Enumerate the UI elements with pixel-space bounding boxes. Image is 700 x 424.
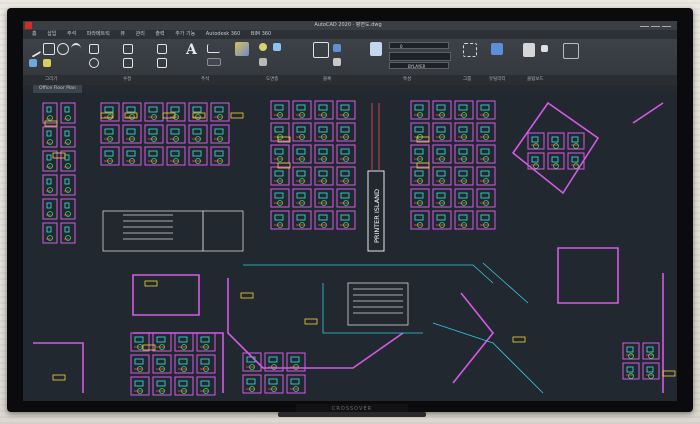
dimension-icon[interactable] bbox=[207, 44, 220, 53]
tab-bim360[interactable]: BIM 360 bbox=[251, 31, 271, 37]
hatch-icon[interactable] bbox=[43, 59, 51, 67]
linetype-dropdown[interactable]: BYLAYER bbox=[389, 62, 449, 69]
measure-icon[interactable] bbox=[491, 43, 503, 55]
room-tag bbox=[512, 336, 526, 343]
workstation-cluster bbox=[622, 342, 660, 380]
layer-lock-icon[interactable] bbox=[259, 58, 267, 66]
close-icon[interactable] bbox=[662, 21, 671, 27]
workstation-cluster bbox=[270, 100, 356, 230]
minimize-icon[interactable] bbox=[640, 21, 649, 27]
room-tag bbox=[240, 292, 254, 299]
panel-groups: 그룹 bbox=[463, 77, 472, 82]
layer-on-icon[interactable] bbox=[259, 43, 267, 51]
stair-core bbox=[102, 210, 409, 326]
workstation-cluster bbox=[527, 132, 585, 170]
panel-modify: 수정 bbox=[123, 77, 132, 82]
line-icon[interactable] bbox=[26, 42, 42, 58]
arc-icon[interactable] bbox=[71, 43, 81, 55]
tab-a360[interactable]: Autodesk 360 bbox=[206, 31, 241, 37]
doc-tab-floorplan[interactable]: Office Floor Plan bbox=[33, 85, 82, 93]
layer-freeze-icon[interactable] bbox=[273, 43, 281, 51]
monitor: AutoCAD 2020 · 평면도.dwg 홈 삽입 주석 파라메트릭 뷰 관… bbox=[7, 8, 693, 412]
text-icon[interactable]: A bbox=[186, 42, 200, 58]
tab-output[interactable]: 출력 bbox=[155, 31, 164, 37]
title-bar: AutoCAD 2020 · 평면도.dwg bbox=[23, 21, 677, 30]
tab-parametric[interactable]: 파라메트릭 bbox=[87, 31, 110, 37]
tab-home[interactable]: 홈 bbox=[32, 31, 37, 37]
table-icon[interactable] bbox=[207, 58, 221, 66]
panel-annotation: 주석 bbox=[201, 77, 210, 82]
mirror-icon[interactable] bbox=[157, 44, 167, 54]
panel-properties: 특성 bbox=[403, 77, 412, 82]
paste-icon[interactable] bbox=[523, 43, 535, 57]
tab-view[interactable]: 뷰 bbox=[120, 31, 125, 37]
workstation-cluster bbox=[100, 102, 230, 166]
tab-annotate[interactable]: 주석 bbox=[67, 31, 76, 37]
rectangle-icon[interactable] bbox=[29, 59, 37, 67]
room-tag bbox=[52, 152, 66, 159]
window-controls bbox=[638, 21, 674, 30]
move-icon[interactable] bbox=[89, 44, 99, 54]
copy-clip-icon[interactable] bbox=[541, 45, 548, 52]
panel-block: 블록 bbox=[323, 77, 332, 82]
rotate-icon[interactable] bbox=[89, 58, 99, 68]
trim-icon[interactable] bbox=[123, 44, 133, 54]
panel-draw: 그리기 bbox=[45, 77, 58, 82]
room-tag bbox=[230, 112, 244, 119]
tab-insert[interactable]: 삽입 bbox=[47, 31, 56, 37]
room-tag bbox=[52, 374, 66, 381]
cad-drawing-canvas[interactable]: PRINTER ISLAND bbox=[23, 93, 677, 401]
autocad-logo-icon[interactable] bbox=[25, 22, 32, 29]
screen: AutoCAD 2020 · 평면도.dwg 홈 삽입 주석 파라메트릭 뷰 관… bbox=[23, 21, 677, 401]
maximize-icon[interactable] bbox=[651, 21, 660, 27]
panel-clipboard: 클립보드 bbox=[527, 77, 544, 82]
create-block-icon[interactable] bbox=[333, 44, 341, 52]
insert-block-icon[interactable] bbox=[313, 42, 329, 58]
layer-dropdown[interactable]: 0 bbox=[389, 42, 449, 49]
ribbon-panel-labels: 그리기 수정 주석 도면층 블록 특성 그룹 유틸리티 클립보드 bbox=[23, 75, 677, 85]
polyline-icon[interactable] bbox=[43, 43, 55, 55]
panel-utilities: 유틸리티 bbox=[489, 77, 506, 82]
workstation-cluster bbox=[410, 100, 496, 230]
match-properties-icon[interactable] bbox=[370, 42, 382, 56]
copy-icon[interactable] bbox=[123, 58, 133, 68]
room-tag bbox=[304, 318, 318, 325]
circle-icon[interactable] bbox=[57, 43, 69, 55]
workstation-cluster bbox=[42, 102, 76, 244]
room-tag bbox=[662, 370, 676, 377]
printer-island: PRINTER ISLAND bbox=[367, 103, 385, 252]
document-tabs: Office Floor Plan bbox=[23, 85, 677, 93]
tab-addins[interactable]: 추가 기능 bbox=[175, 31, 195, 37]
ribbon-tabs: 홈 삽입 주석 파라메트릭 뷰 관리 출력 추가 기능 Autodesk 360… bbox=[23, 30, 677, 39]
group-icon[interactable] bbox=[463, 43, 477, 57]
printer-island-label: PRINTER ISLAND bbox=[373, 189, 381, 243]
view-icon[interactable] bbox=[563, 43, 579, 59]
layer-properties-icon[interactable] bbox=[235, 42, 249, 56]
tab-manage[interactable]: 관리 bbox=[136, 31, 145, 37]
monitor-stand bbox=[278, 412, 426, 417]
edit-block-icon[interactable] bbox=[333, 58, 341, 66]
workstation-cluster bbox=[130, 332, 216, 396]
window-title: AutoCAD 2020 · 평면도.dwg bbox=[314, 22, 382, 28]
color-dropdown[interactable] bbox=[389, 52, 451, 61]
cyan-partitions bbox=[243, 262, 544, 394]
workstation-cluster bbox=[242, 352, 306, 394]
room-tag bbox=[144, 280, 158, 287]
fillet-icon[interactable] bbox=[157, 58, 167, 68]
panel-layers: 도면층 bbox=[266, 77, 279, 82]
